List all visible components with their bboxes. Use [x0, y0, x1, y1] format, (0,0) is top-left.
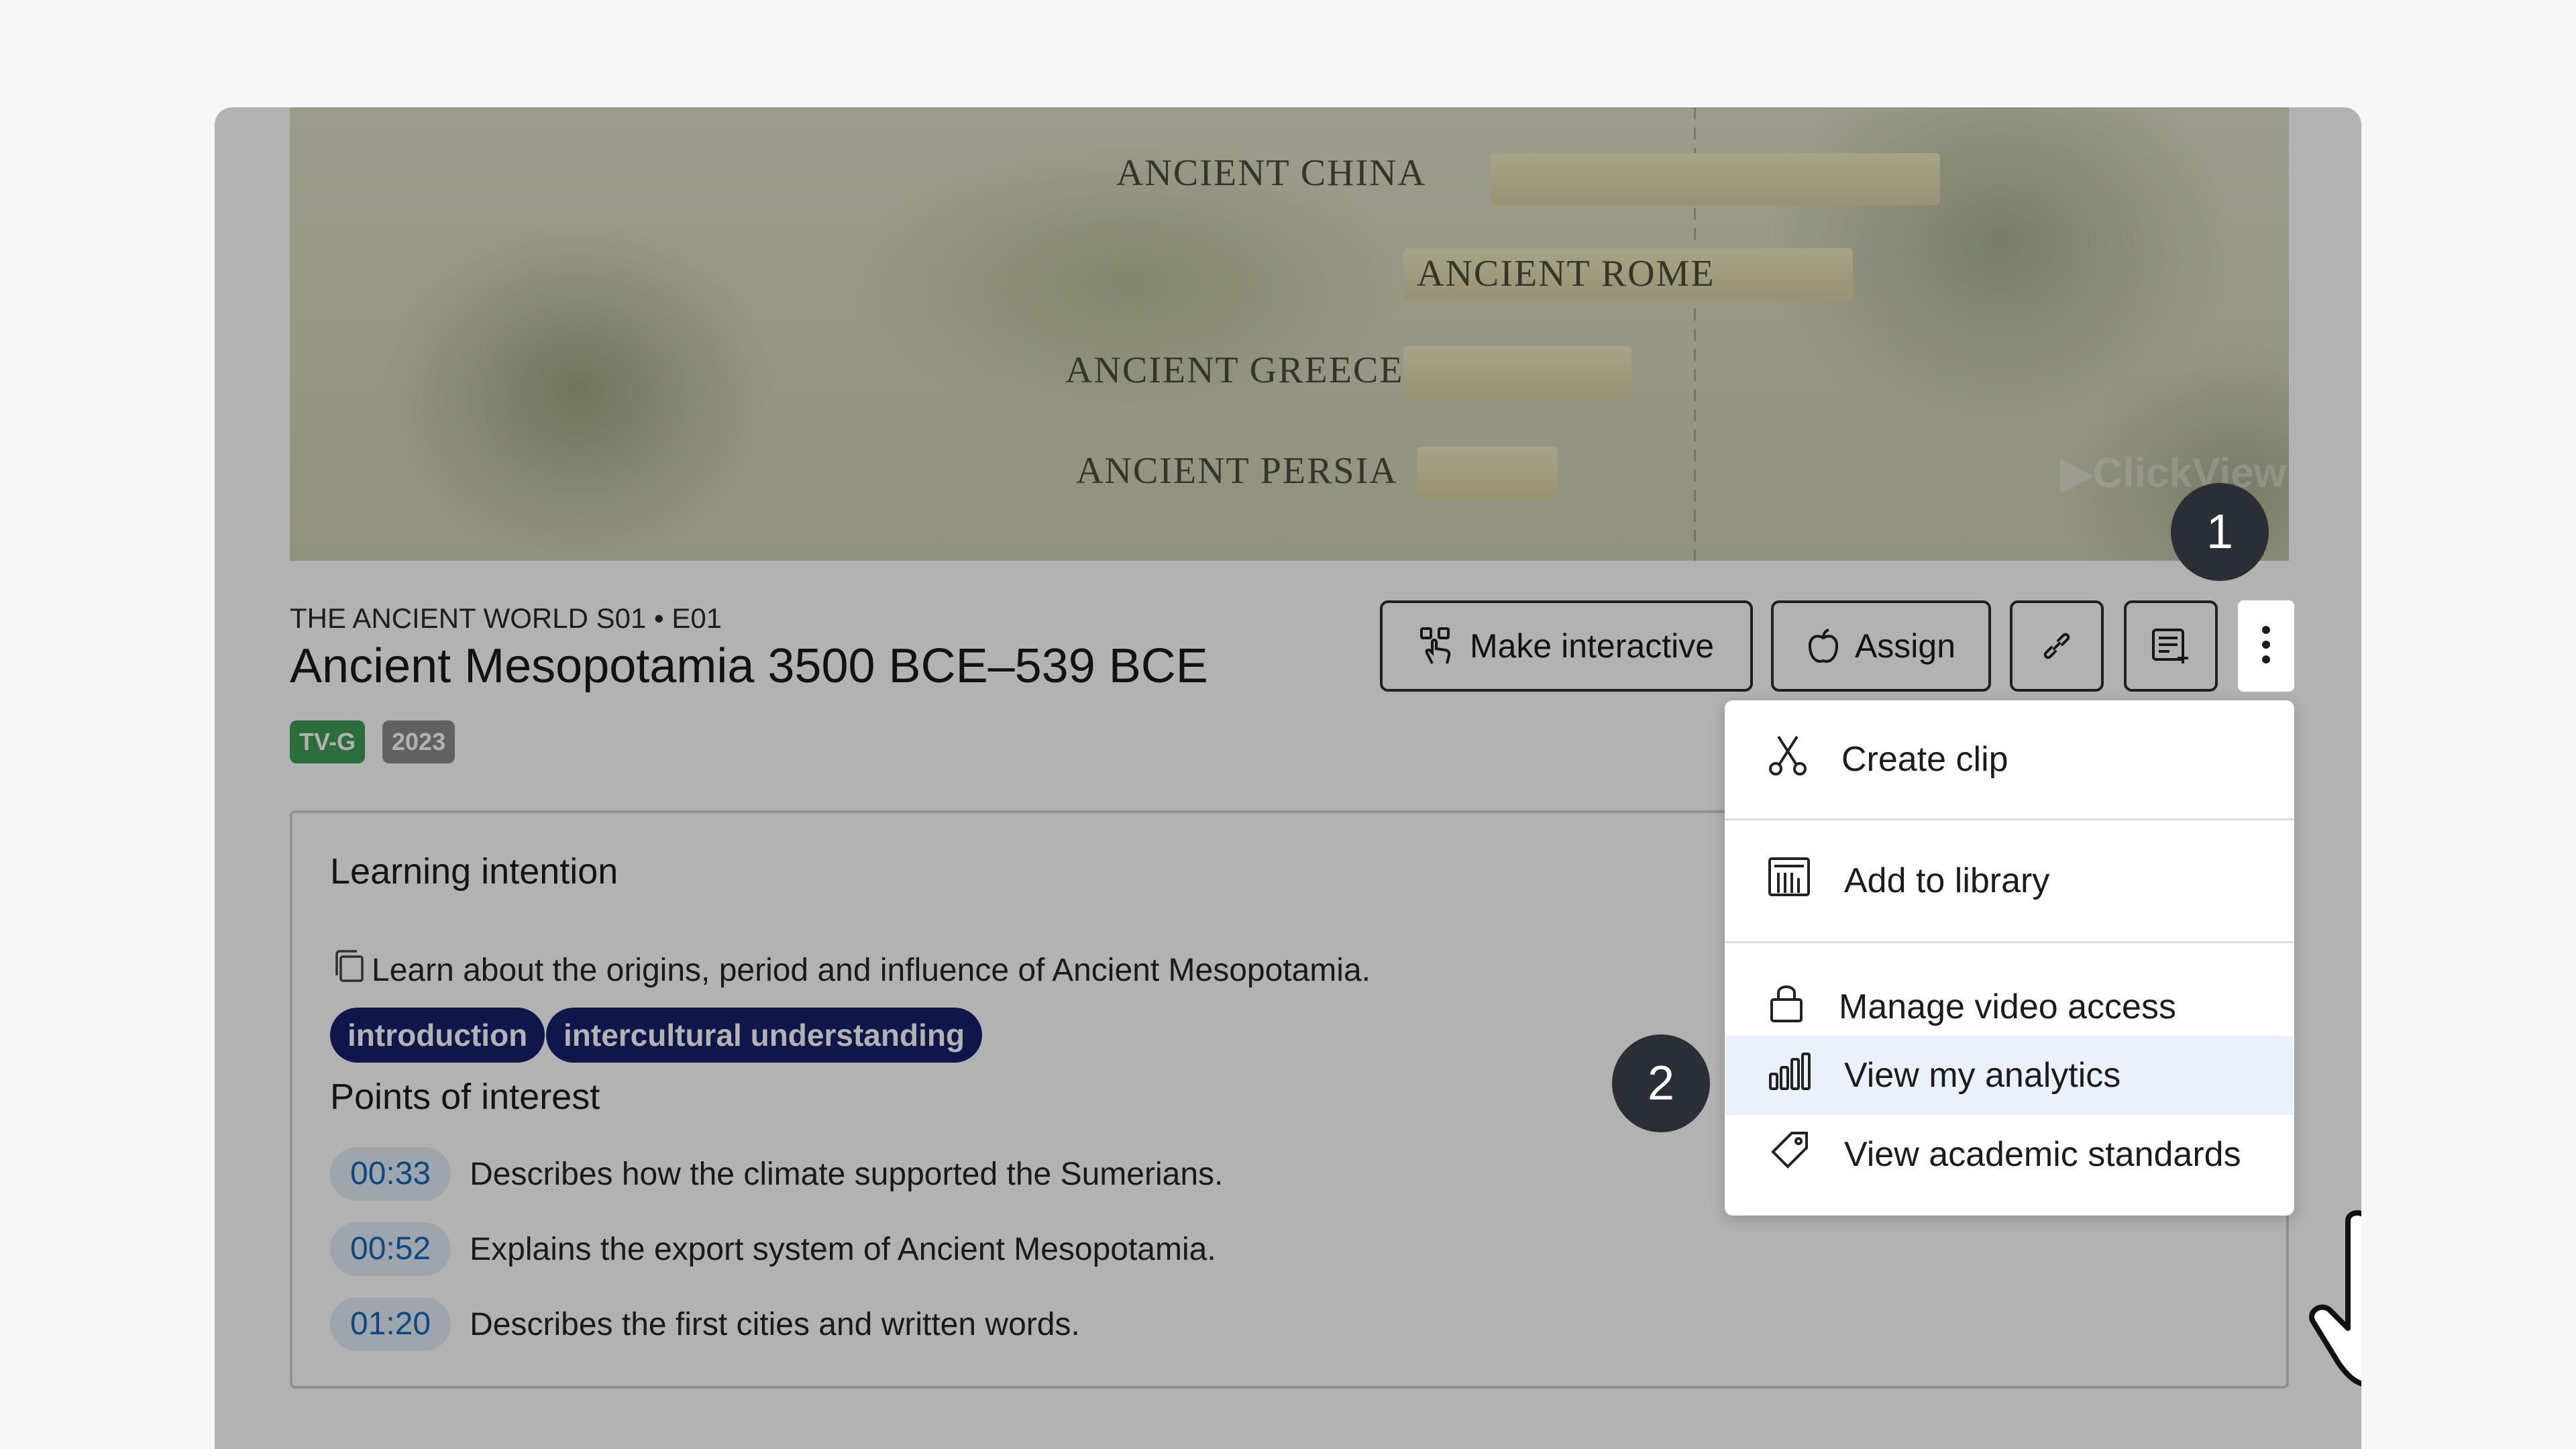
menu-item-label: Add to library: [1844, 861, 2050, 900]
menu-item-label: View my analytics: [1844, 1056, 2121, 1095]
menu-item-label: View academic standards: [1844, 1135, 2241, 1174]
step-marker-1: 1: [2171, 483, 2269, 581]
menu-item-view-my-analytics[interactable]: View my analytics: [1725, 1036, 2294, 1115]
bar-chart-icon: [1768, 1051, 1811, 1100]
more-options-menu: Create clip Add to library Manage video: [1725, 700, 2294, 1216]
tag-icon: [1768, 1130, 1811, 1179]
step-marker-2: 2: [1612, 1034, 1710, 1132]
more-options-button[interactable]: [2238, 600, 2294, 692]
scissors-icon: [1768, 734, 1808, 786]
video-card: ANCIENT CHINA ANCIENT ROME ANCIENT GREEC…: [215, 107, 2361, 1449]
menu-item-label: Manage video access: [1839, 987, 2176, 1026]
library-icon: [1768, 857, 1811, 906]
menu-item-view-academic-standards[interactable]: View academic standards: [1725, 1115, 2294, 1194]
menu-item-label: Create clip: [1841, 740, 2008, 779]
menu-item-create-clip[interactable]: Create clip: [1725, 700, 2294, 818]
lock-icon: [1768, 982, 1805, 1032]
menu-item-add-to-library[interactable]: Add to library: [1725, 820, 2294, 941]
hand-pointer-icon: [2308, 1208, 2361, 1399]
more-vertical-icon: [2261, 625, 2271, 668]
